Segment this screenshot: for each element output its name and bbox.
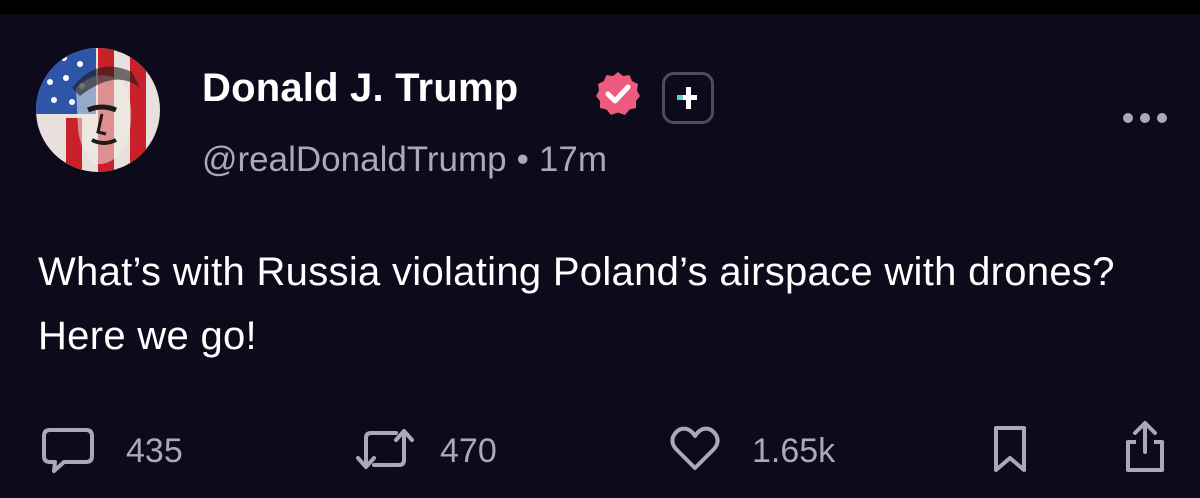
share-button[interactable] <box>1120 418 1170 472</box>
reply-count: 435 <box>126 432 183 470</box>
plus-badge-icon <box>662 72 714 124</box>
handle-and-time: @realDonaldTrump • 17m <box>202 140 607 180</box>
post-time[interactable]: 17m <box>539 140 607 179</box>
more-options-icon[interactable] <box>1120 106 1170 130</box>
repost-button[interactable]: 470 <box>352 424 522 474</box>
avatar-image <box>36 48 160 172</box>
bookmark-icon <box>994 426 1026 472</box>
repost-icon <box>356 429 414 469</box>
like-count: 1.65k <box>752 432 836 470</box>
avatar[interactable] <box>36 48 160 172</box>
bookmark-button[interactable] <box>988 424 1032 474</box>
post-text: What’s with Russia violating Poland’s ai… <box>38 250 1115 358</box>
post-card: Donald J. Trump @realDonaldTrump • 17m Wha… <box>0 14 1200 498</box>
repost-count: 470 <box>440 432 497 470</box>
top-edge-strip <box>0 0 1200 14</box>
share-icon <box>1126 421 1164 472</box>
separator-dot: • <box>516 140 529 179</box>
like-icon <box>670 426 720 470</box>
display-name[interactable]: Donald J. Trump <box>202 66 518 111</box>
reply-button[interactable]: 435 <box>40 424 210 474</box>
reply-icon <box>42 428 94 473</box>
verified-badge-icon <box>594 70 642 118</box>
handle[interactable]: @realDonaldTrump <box>202 140 507 179</box>
like-button[interactable]: 1.65k <box>668 424 868 474</box>
